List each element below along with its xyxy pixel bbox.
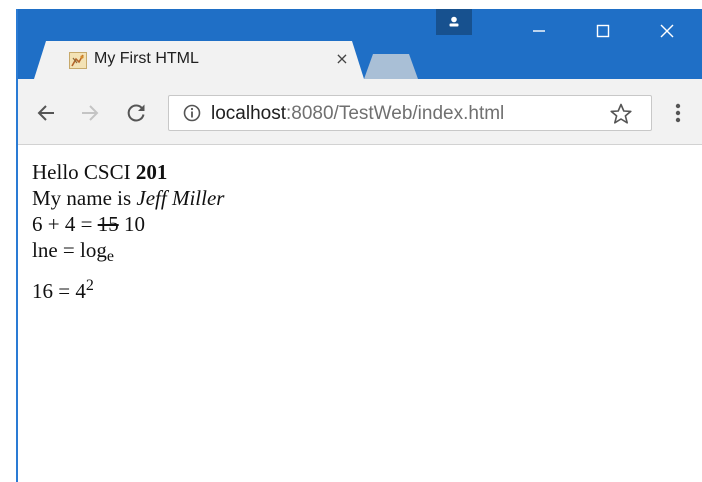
log-text: lne = log	[32, 238, 107, 262]
reload-icon	[127, 104, 145, 122]
minimize-icon	[533, 30, 545, 32]
sum-prefix: 6 + 4 =	[32, 212, 98, 236]
browser-window: My First HTML × localhost:8080/TestWeb/i…	[16, 9, 702, 482]
arrow-right-icon	[82, 105, 99, 121]
active-tab[interactable]: My First HTML ×	[34, 41, 364, 79]
url-text[interactable]: localhost:8080/TestWeb/index.html	[211, 103, 504, 125]
power-text: 16 = 4	[32, 279, 86, 303]
forward-button[interactable]	[76, 99, 104, 127]
maximize-icon	[596, 24, 610, 38]
name-prefix: My name is	[32, 186, 137, 210]
arrow-left-icon	[37, 105, 54, 121]
minimize-button[interactable]	[512, 9, 566, 53]
browser-toolbar: localhost:8080/TestWeb/index.html	[18, 79, 702, 145]
greeting-text: Hello CSCI	[32, 160, 136, 184]
more-vertical-icon[interactable]	[670, 99, 686, 127]
reload-button[interactable]	[122, 99, 150, 127]
new-tab-button[interactable]	[364, 54, 418, 79]
power-superscript: 2	[85, 277, 94, 294]
log-subscript: e	[106, 248, 114, 265]
tab-title: My First HTML	[94, 50, 199, 67]
url-host: localhost	[211, 103, 286, 124]
close-icon	[660, 24, 674, 38]
back-button[interactable]	[32, 99, 60, 127]
sum-correct-value: 10	[118, 212, 145, 236]
close-window-button[interactable]	[640, 9, 694, 53]
tab-close-button[interactable]: ×	[332, 49, 352, 69]
content-line-sum: 6 + 4 = 15 10	[32, 211, 224, 237]
content-line-power: 16 = 42	[32, 273, 224, 304]
page-content: Hello CSCI 201 My name is Jeff Miller 6 …	[32, 159, 224, 304]
content-line-name: My name is Jeff Miller	[32, 185, 224, 211]
url-path: :8080/TestWeb/index.html	[286, 103, 505, 124]
person-icon	[449, 16, 459, 27]
html-favicon-icon	[69, 52, 87, 69]
star-icon[interactable]	[609, 102, 633, 126]
greeting-bold-number: 201	[135, 160, 168, 184]
info-icon[interactable]	[183, 104, 201, 122]
profile-button[interactable]	[436, 9, 472, 35]
content-line-log: lne = loge	[32, 237, 224, 270]
content-line-greeting: Hello CSCI 201	[32, 159, 224, 185]
title-bar: My First HTML ×	[18, 9, 702, 79]
name-italic: Jeff Miller	[136, 186, 225, 210]
address-bar[interactable]: localhost:8080/TestWeb/index.html	[168, 95, 652, 131]
maximize-button[interactable]	[576, 9, 630, 53]
sum-struck-value: 15	[97, 212, 119, 236]
